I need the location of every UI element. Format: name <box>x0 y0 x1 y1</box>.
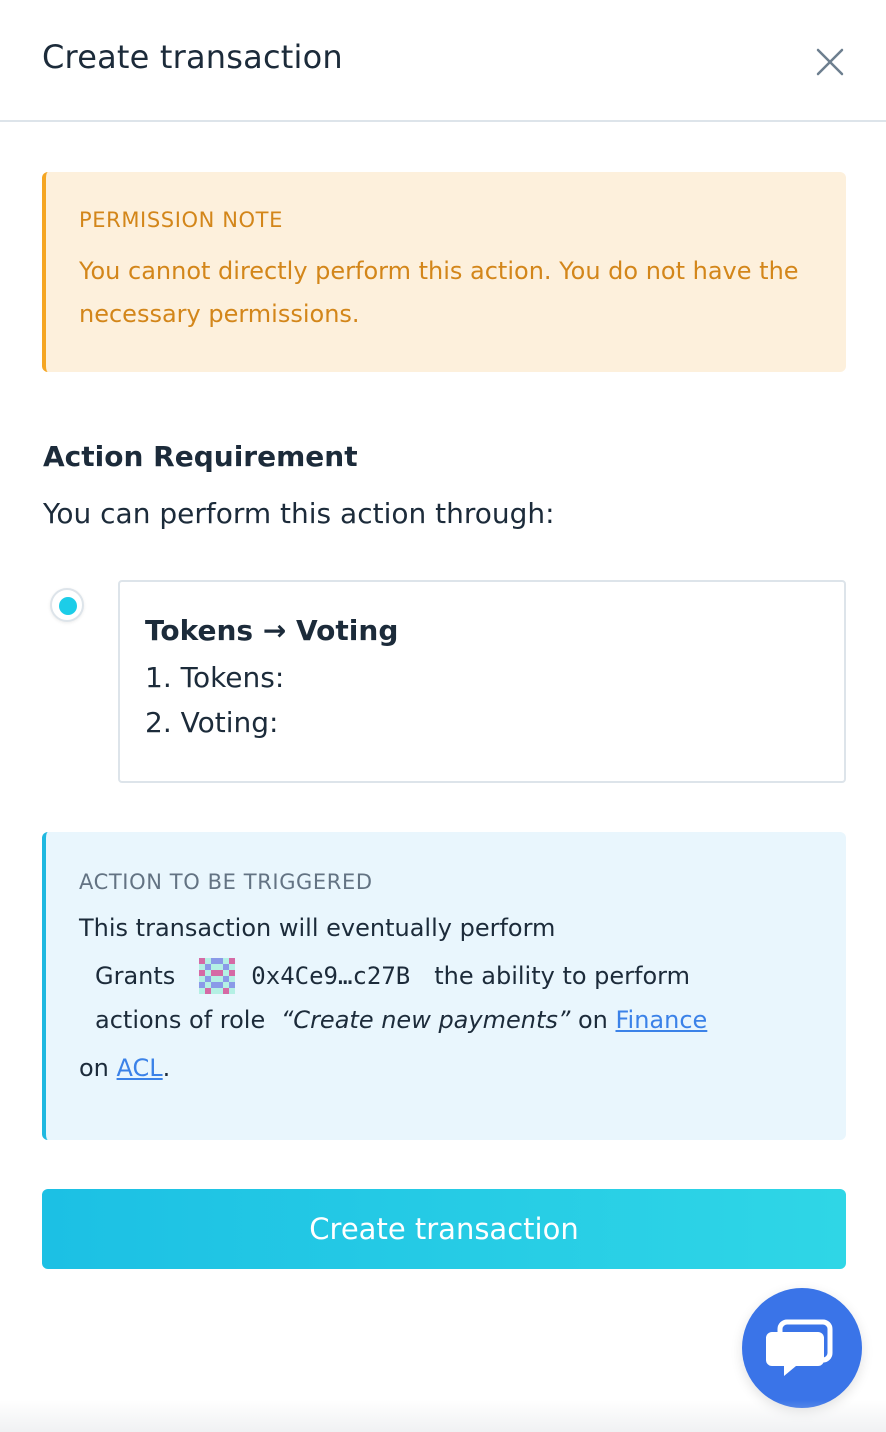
transaction-path-option[interactable]: Tokens → Voting 1. Tokens: 2. Voting: <box>118 580 846 783</box>
finance-app-link[interactable]: Finance <box>615 1006 707 1034</box>
chat-bubble-icon <box>766 1319 833 1376</box>
radio-selected-dot <box>59 597 77 615</box>
identicon-icon <box>199 958 236 994</box>
close-button[interactable] <box>808 40 852 84</box>
role-row: actions of role “Create new payments” on… <box>95 1006 812 1034</box>
path-radio-button[interactable] <box>50 588 84 622</box>
bottom-fade <box>0 1400 886 1432</box>
grants-label: Grants <box>95 962 176 990</box>
action-requirement-heading: Action Requirement <box>43 440 358 473</box>
create-transaction-button[interactable]: Create transaction <box>42 1189 846 1269</box>
period: . <box>162 1054 171 1082</box>
role-prefix: actions of role <box>95 1006 266 1034</box>
on-label: on <box>577 1006 608 1034</box>
chat-button[interactable] <box>742 1288 862 1408</box>
ability-text: the ability to perform <box>434 962 690 990</box>
permission-note-text: You cannot directly perform this action.… <box>79 257 799 328</box>
grant-row: Grants 0x4Ce9…c27B the ability to perfor… <box>95 958 812 994</box>
action-requirement-subtitle: You can perform this action through: <box>43 497 555 530</box>
on-label: on <box>79 1054 109 1082</box>
acl-link[interactable]: ACL <box>117 1054 163 1082</box>
acl-row: on ACL. <box>79 1054 812 1082</box>
role-name: “Create new payments” <box>280 1006 571 1034</box>
permission-note-title: PERMISSION NOTE <box>79 208 283 232</box>
action-description: This transaction will eventually perform <box>79 914 556 942</box>
action-title: ACTION TO BE TRIGGERED <box>79 870 373 894</box>
grantee-address[interactable]: 0x4Ce9…c27B <box>251 962 410 990</box>
action-to-be-triggered: ACTION TO BE TRIGGERED This transaction … <box>42 832 846 1140</box>
panel-title: Create transaction <box>42 38 343 76</box>
path-step: 1. Tokens: <box>145 661 285 694</box>
path-step: 2. Voting: <box>145 706 279 739</box>
close-icon <box>816 48 844 76</box>
panel-header: Create transaction <box>0 0 886 122</box>
permission-note: PERMISSION NOTE You cannot directly perf… <box>42 172 846 372</box>
path-title: Tokens → Voting <box>145 614 399 647</box>
